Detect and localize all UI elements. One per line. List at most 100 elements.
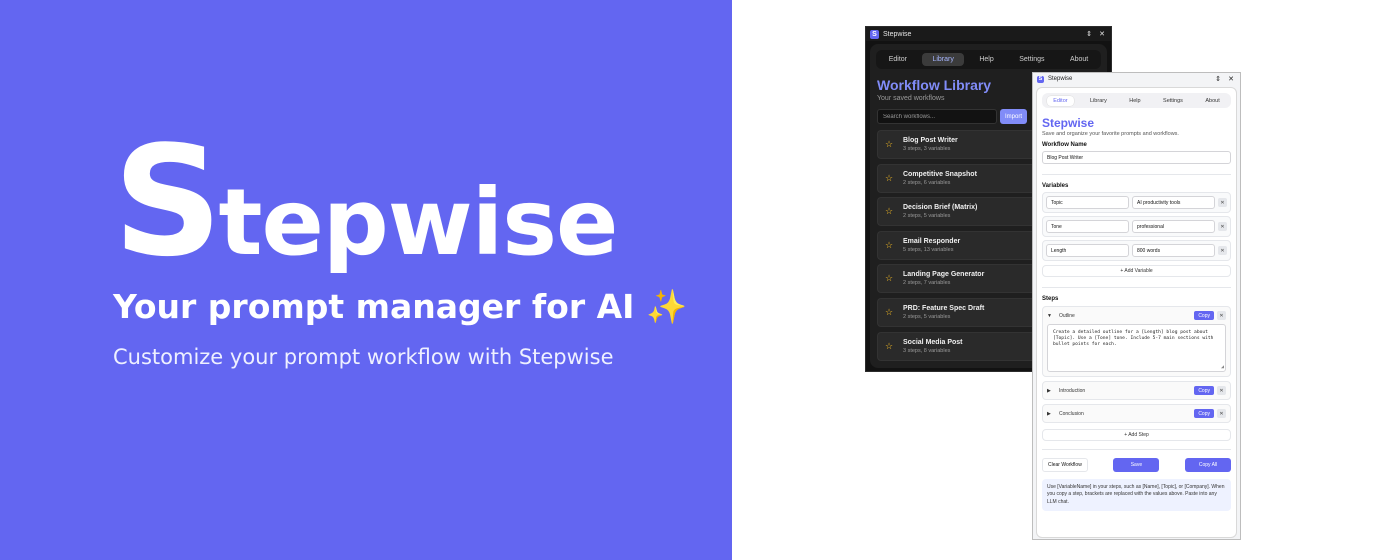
workflow-meta: 5 steps, 13 variables bbox=[903, 246, 954, 253]
close-icon[interactable]: ✕ bbox=[1226, 75, 1236, 83]
remove-step-button[interactable]: ✕ bbox=[1217, 386, 1226, 395]
clear-workflow-button[interactable]: Clear Workflow bbox=[1042, 458, 1088, 472]
variable-value-input[interactable]: 800 words bbox=[1132, 244, 1215, 257]
hero-panel: Stepwise Your prompt manager for AI ✨ Cu… bbox=[0, 0, 732, 560]
star-icon[interactable]: ☆ bbox=[880, 273, 898, 284]
variable-name-input[interactable]: Tone bbox=[1046, 220, 1129, 233]
library-window-title: Stepwise bbox=[883, 30, 912, 38]
hero-title-rest: tepwise bbox=[218, 169, 618, 276]
tab-editor[interactable]: Editor bbox=[879, 53, 917, 66]
star-icon[interactable]: ☆ bbox=[880, 206, 898, 217]
tab-library[interactable]: Library bbox=[922, 53, 964, 66]
chevron-right-icon[interactable]: ▶ bbox=[1047, 411, 1057, 417]
step-card: ▶ Introduction Copy ✕ bbox=[1042, 381, 1231, 400]
step-name: Outline bbox=[1059, 312, 1075, 319]
copy-step-button[interactable]: Copy bbox=[1194, 311, 1214, 320]
workflow-name-label: Workflow Name bbox=[1042, 142, 1087, 148]
workflow-name: Blog Post Writer bbox=[903, 137, 958, 144]
usage-hint: Use [VariableName] in your steps, such a… bbox=[1042, 479, 1231, 511]
variables-label: Variables bbox=[1042, 183, 1069, 189]
variable-row: Tone professional ✕ bbox=[1042, 216, 1231, 237]
workflow-name: Decision Brief (Matrix) bbox=[903, 204, 978, 212]
workflow-meta: 2 steps, 6 variables bbox=[903, 179, 951, 186]
variable-value-input[interactable]: professional bbox=[1132, 220, 1215, 233]
pin-icon[interactable]: ⇕ bbox=[1084, 30, 1094, 38]
tab-editor[interactable]: Editor bbox=[1047, 95, 1074, 106]
step-header[interactable]: ▶ Conclusion Copy ✕ bbox=[1043, 405, 1230, 422]
steps-label: Steps bbox=[1042, 296, 1059, 302]
tab-about[interactable]: About bbox=[1060, 53, 1098, 66]
tab-about[interactable]: About bbox=[1199, 96, 1225, 106]
hero-title-initial: S bbox=[113, 113, 223, 290]
editor-panel: Editor Library Help Settings About Stepw… bbox=[1036, 87, 1237, 538]
step-name: Introduction bbox=[1059, 387, 1086, 394]
tab-help[interactable]: Help bbox=[969, 53, 1003, 66]
workflow-name-input[interactable]: Blog Post Writer bbox=[1042, 151, 1231, 164]
close-icon[interactable]: ✕ bbox=[1097, 30, 1107, 38]
divider bbox=[1042, 174, 1231, 175]
star-icon[interactable]: ☆ bbox=[880, 341, 898, 352]
workflow-name: Landing Page Generator bbox=[903, 271, 985, 279]
variable-value-input[interactable]: AI productivity tools bbox=[1132, 196, 1215, 209]
star-icon[interactable]: ☆ bbox=[880, 307, 898, 318]
search-input[interactable] bbox=[877, 109, 997, 124]
workflow-meta: 2 steps, 7 variables bbox=[903, 280, 951, 287]
chevron-down-icon[interactable]: ▼ bbox=[1047, 313, 1057, 319]
pin-icon[interactable]: ⇕ bbox=[1213, 75, 1223, 83]
tab-library[interactable]: Library bbox=[1084, 96, 1113, 106]
copy-step-button[interactable]: Copy bbox=[1194, 409, 1214, 418]
tab-help[interactable]: Help bbox=[1123, 96, 1146, 106]
step-header[interactable]: ▼ Outline Copy ✕ bbox=[1043, 307, 1230, 324]
workflow-name: PRD: Feature Spec Draft bbox=[903, 304, 985, 312]
step-prompt-textarea[interactable]: Create a detailed outline for a [Length]… bbox=[1047, 324, 1226, 372]
hero-title: Stepwise bbox=[113, 126, 618, 278]
tab-settings[interactable]: Settings bbox=[1009, 53, 1054, 66]
remove-variable-button[interactable]: ✕ bbox=[1218, 246, 1227, 255]
editor-window: S Stepwise ⇕ ✕ Editor Library Help Setti… bbox=[1032, 72, 1241, 540]
workflow-meta: 2 steps, 5 variables bbox=[903, 313, 951, 320]
editor-actions: Clear Workflow Save Copy All bbox=[1042, 449, 1231, 472]
workflow-meta: 3 steps, 8 variables bbox=[903, 347, 951, 354]
divider bbox=[1042, 287, 1231, 288]
variable-name-input[interactable]: Topic bbox=[1046, 196, 1129, 209]
workflow-meta: 2 steps, 5 variables bbox=[903, 213, 951, 220]
app-logo-icon: S bbox=[870, 29, 879, 39]
remove-variable-button[interactable]: ✕ bbox=[1218, 198, 1227, 207]
editor-subtitle: Save and organize your favorite prompts … bbox=[1042, 131, 1179, 137]
remove-variable-button[interactable]: ✕ bbox=[1218, 222, 1227, 231]
editor-title: Stepwise bbox=[1042, 116, 1095, 130]
remove-step-button[interactable]: ✕ bbox=[1217, 409, 1226, 418]
step-name: Conclusion bbox=[1059, 410, 1084, 417]
library-titlebar: S Stepwise ⇕ ✕ bbox=[866, 27, 1111, 41]
hero-subtitle: Customize your prompt workflow with Step… bbox=[113, 345, 614, 369]
variable-name-input[interactable]: Length bbox=[1046, 244, 1129, 257]
step-header[interactable]: ▶ Introduction Copy ✕ bbox=[1043, 382, 1230, 399]
save-button[interactable]: Save bbox=[1113, 458, 1160, 472]
remove-step-button[interactable]: ✕ bbox=[1217, 311, 1226, 320]
tab-settings[interactable]: Settings bbox=[1157, 96, 1189, 106]
workflow-meta: 3 steps, 3 variables bbox=[903, 146, 951, 152]
step-card: ▼ Outline Copy ✕ Create a detailed outli… bbox=[1042, 306, 1231, 377]
import-button[interactable]: Import bbox=[1000, 109, 1028, 124]
step-card: ▶ Conclusion Copy ✕ bbox=[1042, 404, 1231, 423]
app-logo-icon: S bbox=[1037, 75, 1044, 83]
workflow-name: Email Responder bbox=[903, 237, 961, 245]
star-icon[interactable]: ☆ bbox=[880, 240, 898, 251]
workflow-name: Social Media Post bbox=[903, 338, 963, 346]
chevron-right-icon[interactable]: ▶ bbox=[1047, 388, 1057, 394]
sparkle-icon: ✨ bbox=[645, 287, 688, 326]
star-icon[interactable]: ☆ bbox=[880, 173, 898, 184]
add-step-button[interactable]: + Add Step bbox=[1042, 429, 1231, 441]
resize-handle-icon[interactable]: ◢ bbox=[1221, 364, 1224, 371]
library-tabs: Editor Library Help Settings About bbox=[876, 50, 1101, 69]
editor-window-title: Stepwise bbox=[1048, 76, 1073, 82]
hero-tagline-text: Your prompt manager for AI bbox=[113, 287, 635, 326]
editor-tabs: Editor Library Help Settings About bbox=[1042, 93, 1231, 108]
star-icon[interactable]: ☆ bbox=[880, 139, 898, 150]
editor-titlebar: S Stepwise ⇕ ✕ bbox=[1033, 73, 1240, 85]
hero-tagline: Your prompt manager for AI ✨ bbox=[113, 287, 687, 327]
copy-all-button[interactable]: Copy All bbox=[1185, 458, 1231, 472]
variable-row: Length 800 words ✕ bbox=[1042, 240, 1231, 261]
add-variable-button[interactable]: + Add Variable bbox=[1042, 265, 1231, 277]
copy-step-button[interactable]: Copy bbox=[1194, 386, 1214, 395]
